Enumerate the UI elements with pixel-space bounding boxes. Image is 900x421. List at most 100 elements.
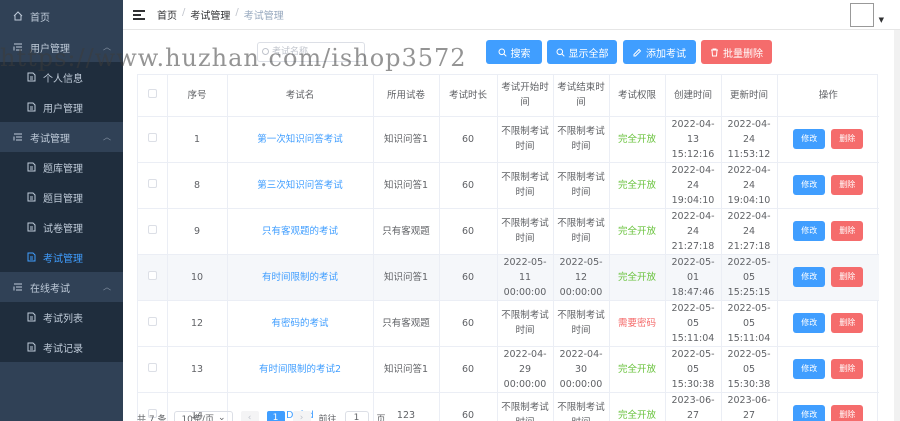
next-page-button[interactable]: › xyxy=(292,411,311,421)
cell-permission: 完全开放 xyxy=(609,392,666,421)
row-select-cell[interactable] xyxy=(138,254,168,301)
goto-label: 前往 xyxy=(318,414,337,421)
edit-button[interactable]: 修改 xyxy=(793,267,826,287)
table-row[interactable]: 10 有时间限制的考试 知识问答1 60 2022-05-11 00:00:00 2022… xyxy=(138,254,879,301)
cell-duration: 60 xyxy=(439,346,498,393)
delete-button[interactable]: 删除 xyxy=(831,129,864,149)
edit-button[interactable]: 修改 xyxy=(793,175,826,195)
chevron-up-icon: ︿ xyxy=(103,132,111,142)
exam-name-link[interactable]: 有密码的考试 xyxy=(271,318,328,329)
cell-actions: 修改 删除 xyxy=(777,254,879,301)
cell-actions: 修改 删除 xyxy=(777,346,879,393)
cell-exam-name: 第一次知识问答考试 xyxy=(227,116,374,163)
sidebar-group-0[interactable]: 用户管理 ︿ xyxy=(0,32,123,62)
sidebar-item-label: 用户管理 xyxy=(43,103,83,115)
search-button[interactable]: 搜索 xyxy=(486,40,542,64)
cell-duration: 60 xyxy=(439,300,498,347)
cell-exam-name: 第三次知识问答考试 xyxy=(227,162,374,209)
prev-page-button[interactable]: ‹ xyxy=(240,411,259,421)
page-number-current[interactable]: 1 xyxy=(266,411,285,421)
breadcrumb-home[interactable]: 首页 xyxy=(157,7,177,22)
home-icon xyxy=(12,11,24,21)
cell-created: 2022-05-05 15:30:38 xyxy=(665,346,722,393)
doc-icon xyxy=(25,72,37,82)
search-input[interactable]: 考试名称 xyxy=(257,42,365,62)
cell-start-time: 2022-05-11 00:00:00 xyxy=(497,254,554,301)
column-header: 考试名 xyxy=(227,75,374,117)
exam-name-link[interactable]: 有时间限制的考试 xyxy=(262,272,338,283)
sidebar-item-0-0[interactable]: 个人信息 xyxy=(0,62,123,92)
select-all-cell[interactable] xyxy=(138,75,168,117)
table-row[interactable]: 13 有时间限制的考试2 知识问答1 60 2022-04-29 00:00:00 202… xyxy=(138,346,879,393)
permission-badge: 完全开放 xyxy=(617,271,656,283)
sidebar-item-2-0[interactable]: 考试列表 xyxy=(0,302,123,332)
table-row[interactable]: 8 第三次知识问答考试 知识问答1 60 不限制考试时间 不限制考试时间 完全开放 2022-… xyxy=(138,162,879,209)
edit-button[interactable]: 修改 xyxy=(793,313,826,333)
avatar[interactable] xyxy=(850,3,874,27)
batch-delete-button[interactable]: 批量删除 xyxy=(701,40,772,64)
delete-button[interactable]: 删除 xyxy=(831,221,864,241)
sidebar-item-2-1[interactable]: 考试记录 xyxy=(0,332,123,362)
delete-button[interactable]: 删除 xyxy=(831,267,864,287)
sidebar-item-label: 个人信息 xyxy=(43,73,83,85)
hamburger-icon[interactable] xyxy=(133,9,145,20)
page-size-select[interactable]: 10条/页 ⌄ xyxy=(174,411,233,421)
pagination-total: 共 7 条 xyxy=(137,414,167,421)
add-exam-button[interactable]: 添加考试 xyxy=(623,40,696,64)
page-scrollbar[interactable] xyxy=(894,30,900,421)
cell-start-time: 不限制考试时间 xyxy=(497,300,554,347)
row-checkbox[interactable] xyxy=(147,178,157,188)
show-all-button[interactable]: 显示全部 xyxy=(547,40,617,64)
delete-button[interactable]: 删除 xyxy=(831,359,864,379)
row-checkbox[interactable] xyxy=(147,362,157,372)
column-header: 序号 xyxy=(167,75,228,117)
exam-name-link[interactable]: 有时间限制的考试2 xyxy=(259,364,341,375)
exam-name-link[interactable]: 第三次知识问答考试 xyxy=(257,180,343,191)
column-header: 考试时长 xyxy=(439,75,498,117)
sidebar-item-1-1[interactable]: 题目管理 xyxy=(0,182,123,212)
cell-duration: 60 xyxy=(439,392,498,421)
delete-button[interactable]: 删除 xyxy=(831,313,864,333)
table-row[interactable]: 1 第一次知识问答考试 知识问答1 60 不限制考试时间 不限制考试时间 完全开放 2022-… xyxy=(138,116,879,163)
goto-page-input[interactable]: 1 xyxy=(344,411,369,421)
sidebar-item-home[interactable]: 首页 xyxy=(0,0,123,32)
sidebar-item-0-1[interactable]: 用户管理 xyxy=(0,92,123,122)
delete-button[interactable]: 删除 xyxy=(831,175,864,195)
edit-button[interactable]: 修改 xyxy=(793,129,826,149)
add-exam-button-label: 添加考试 xyxy=(646,48,686,60)
edit-button[interactable]: 修改 xyxy=(793,359,826,379)
permission-badge: 完全开放 xyxy=(617,179,656,191)
sidebar-group-2[interactable]: 在线考试 ︿ xyxy=(0,272,123,302)
exam-name-link[interactable]: 只有客观题的考试 xyxy=(262,226,338,237)
caret-down-icon[interactable]: ▼ xyxy=(879,16,884,24)
sidebar-group-label: 在线考试 xyxy=(30,283,70,295)
row-select-cell[interactable] xyxy=(138,208,168,255)
row-checkbox[interactable] xyxy=(147,316,157,326)
sidebar-item-1-0[interactable]: 题库管理 xyxy=(0,152,123,182)
row-checkbox[interactable] xyxy=(147,224,157,234)
show-all-button-label: 显示全部 xyxy=(568,48,609,60)
cell-start-time: 不限制考试时间 xyxy=(497,162,554,209)
row-select-cell[interactable] xyxy=(138,300,168,347)
row-select-cell[interactable] xyxy=(138,346,168,393)
row-select-cell[interactable] xyxy=(138,116,168,163)
sidebar-item-1-2[interactable]: 试卷管理 xyxy=(0,212,123,242)
cell-permission: 完全开放 xyxy=(609,162,666,209)
page-size-value: 10条/页 xyxy=(181,414,214,421)
table-row[interactable]: 9 只有客观题的考试 只有客观题 60 不限制考试时间 不限制考试时间 完全开放 2022-0… xyxy=(138,208,879,255)
cell-end-time: 不限制考试时间 xyxy=(553,116,610,163)
sidebar-group-1[interactable]: 考试管理 ︿ xyxy=(0,122,123,152)
row-select-cell[interactable] xyxy=(138,162,168,209)
cell-end-time: 不限制考试时间 xyxy=(553,392,610,421)
cell-actions: 修改 删除 xyxy=(777,116,879,163)
edit-button[interactable]: 修改 xyxy=(793,221,826,241)
sidebar-item-1-3[interactable]: 考试管理 xyxy=(0,242,123,272)
row-checkbox[interactable] xyxy=(147,270,157,280)
edit-button[interactable]: 修改 xyxy=(793,405,826,421)
row-checkbox[interactable] xyxy=(147,132,157,142)
exam-name-link[interactable]: 第一次知识问答考试 xyxy=(257,134,343,145)
select-all-checkbox[interactable] xyxy=(147,88,157,98)
delete-button[interactable]: 删除 xyxy=(831,405,864,421)
table-row[interactable]: 12 有密码的考试 只有客观题 60 不限制考试时间 不限制考试时间 需要密码 2022-05… xyxy=(138,300,879,347)
cell-end-time: 2022-05-12 00:00:00 xyxy=(553,254,610,301)
